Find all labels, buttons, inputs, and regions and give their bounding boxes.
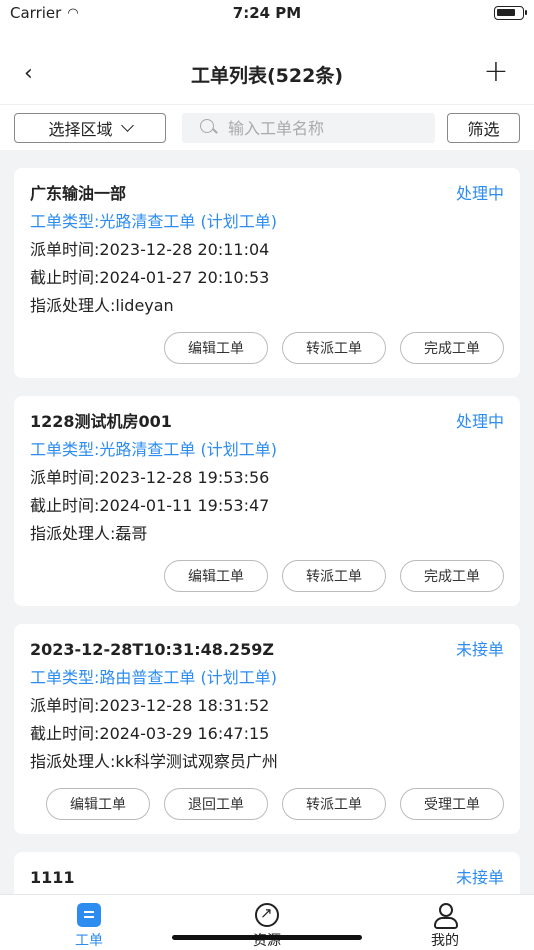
order-title: 1111 [30, 868, 75, 887]
tab-mine[interactable]: 我的 [356, 895, 534, 950]
chevron-down-icon [120, 119, 134, 132]
bottom-tab-bar: 工单 资源 我的 [0, 894, 534, 950]
order-status-badge: 处理中 [455, 412, 504, 431]
order-deadline: 截止时间:2024-01-11 19:53:47 [30, 496, 270, 515]
order-list[interactable]: 广东输油一部 处理中 工单类型:光路清查工单 (计划工单) 派单时间:2023-… [0, 150, 534, 894]
battery-icon [494, 6, 527, 20]
transfer-order-button[interactable]: 转派工单 [282, 332, 386, 364]
order-actions: 编辑工单 转派工单 完成工单 [30, 560, 504, 592]
area-select-label: 选择区域 [48, 120, 113, 139]
edit-order-button[interactable]: 编辑工单 [164, 332, 268, 364]
user-icon [433, 903, 458, 929]
order-assignee: 指派处理人:lideyan [30, 296, 174, 315]
trend-icon [255, 903, 279, 927]
tab-resources[interactable]: 资源 [178, 895, 356, 950]
order-status-badge: 未接单 [455, 868, 504, 887]
order-type: 工单类型:光路清查工单 (计划工单) [30, 440, 277, 459]
area-select-dropdown[interactable]: 选择区域 [14, 113, 166, 143]
order-deadline: 截止时间:2024-01-27 20:10:53 [30, 268, 270, 287]
transfer-order-button[interactable]: 转派工单 [282, 788, 386, 820]
order-card[interactable]: 广东输油一部 处理中 工单类型:光路清查工单 (计划工单) 派单时间:2023-… [14, 168, 520, 378]
home-indicator [172, 935, 362, 940]
order-dispatch-time: 派单时间:2023-12-28 20:11:04 [30, 240, 270, 259]
order-card[interactable]: 1111 未接单 工单类型:路由普查工单 (紧急工单) [14, 852, 520, 894]
order-deadline: 截止时间:2024-03-29 16:47:15 [30, 724, 270, 743]
search-box[interactable] [182, 113, 435, 143]
nav-bar: ‹ 工单列表(522条) + [0, 44, 534, 104]
status-bar: Carrier ◠ 7:24 PM [0, 0, 534, 44]
order-title: 广东输油一部 [30, 184, 127, 203]
order-card[interactable]: 2023-12-28T10:31:48.259Z 未接单 工单类型:路由普查工单… [14, 624, 520, 834]
transfer-order-button[interactable]: 转派工单 [282, 560, 386, 592]
order-type: 工单类型:路由普查工单 (计划工单) [30, 668, 277, 687]
tab-label: 资源 [253, 933, 281, 949]
order-card[interactable]: 1228测试机房001 处理中 工单类型:光路清查工单 (计划工单) 派单时间:… [14, 396, 520, 606]
order-dispatch-time: 派单时间:2023-12-28 19:53:56 [30, 468, 270, 487]
status-time: 7:24 PM [232, 4, 302, 22]
tab-label: 我的 [431, 933, 459, 949]
work-order-icon [77, 903, 101, 927]
tab-label: 工单 [75, 933, 103, 949]
complete-order-button[interactable]: 完成工单 [400, 332, 504, 364]
filter-button[interactable]: 筛选 [447, 113, 520, 143]
page-title: 工单列表(522条) [190, 64, 344, 87]
edit-order-button[interactable]: 编辑工单 [46, 788, 150, 820]
order-actions: 编辑工单 退回工单 转派工单 受理工单 [30, 788, 504, 820]
chevron-left-icon[interactable]: ‹ [24, 62, 48, 86]
plus-icon[interactable]: + [482, 57, 510, 87]
order-status-badge: 处理中 [455, 184, 504, 203]
order-assignee: 指派处理人:kk科学测试观察员广州 [30, 752, 278, 771]
search-input[interactable] [228, 118, 428, 138]
order-title: 2023-12-28T10:31:48.259Z [30, 640, 274, 659]
search-icon [200, 119, 218, 137]
tab-work-orders[interactable]: 工单 [0, 895, 178, 950]
order-dispatch-time: 派单时间:2023-12-28 18:31:52 [30, 696, 270, 715]
order-status-badge: 未接单 [455, 640, 504, 659]
order-actions: 编辑工单 转派工单 完成工单 [30, 332, 504, 364]
order-assignee: 指派处理人:磊哥 [30, 524, 148, 543]
accept-order-button[interactable]: 受理工单 [400, 788, 504, 820]
order-type: 工单类型:光路清查工单 (计划工单) [30, 212, 277, 231]
filter-bar: 选择区域 筛选 [0, 104, 534, 150]
complete-order-button[interactable]: 完成工单 [400, 560, 504, 592]
edit-order-button[interactable]: 编辑工单 [164, 560, 268, 592]
return-order-button[interactable]: 退回工单 [164, 788, 268, 820]
order-title: 1228测试机房001 [30, 412, 172, 431]
